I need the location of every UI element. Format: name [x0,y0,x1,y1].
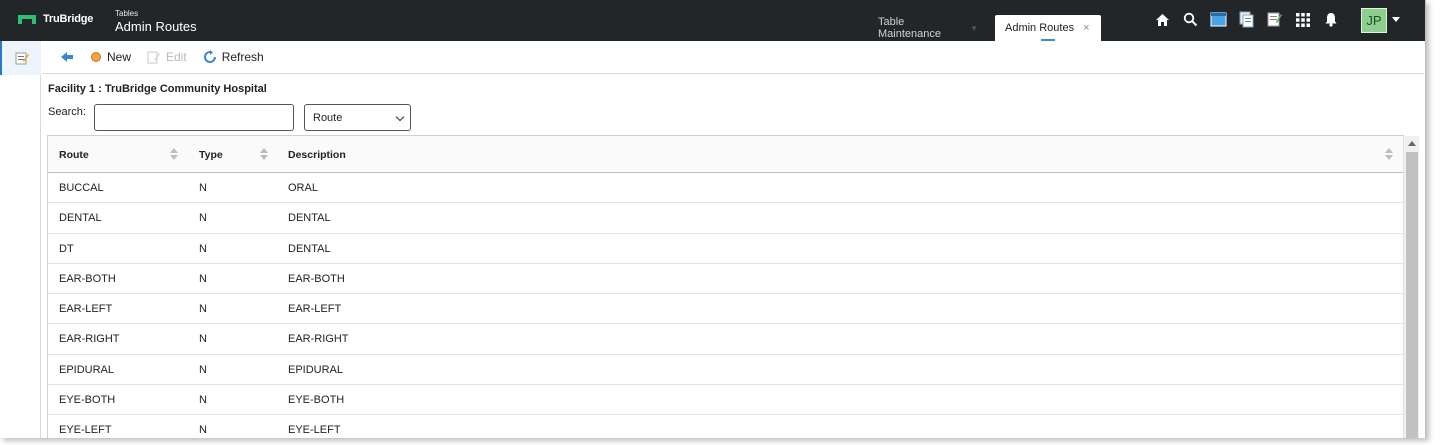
home-icon[interactable] [1154,11,1171,28]
table-cell: N [199,242,207,255]
table-cell: DENTAL [288,242,331,255]
tab-admin-routes[interactable]: Admin Routes × [995,15,1101,41]
table-cell: N [199,333,207,346]
table-cell: N [199,424,207,437]
caret-down-icon: ▼ [970,23,978,33]
table-cell: EAR-RIGHT [59,333,120,346]
table-cell: EPIDURAL [288,363,344,376]
tab-table-maintenance[interactable]: Table Maintenance ▼ [868,15,988,41]
table-cell: N [199,363,207,376]
table-cell: DT [59,242,74,255]
scroll-thumb[interactable] [1406,152,1418,438]
table-cell: EAR-BOTH [59,272,116,285]
select-value: Route [313,111,343,124]
notes-icon[interactable] [1266,11,1283,28]
refresh-icon [203,50,216,63]
toolbar: New Edit Refresh [42,41,1424,74]
table-cell: N [199,212,207,225]
facility-heading: Facility 1 : TruBridge Community Hospita… [48,83,267,95]
table-cell: EAR-BOTH [288,272,345,285]
new-icon [91,52,101,62]
tab-label: Admin Routes [1005,22,1075,34]
search-label: Search: [48,106,86,118]
table-cell: N [199,272,207,285]
table-row[interactable]: DENTAL N DENTAL [48,203,1403,234]
edit-button[interactable]: Edit [147,50,187,64]
routes-table: Route Type Description BUCCAL N ORAL DENTAL… [47,135,1404,438]
top-icons [1154,11,1339,28]
table-row[interactable]: DT N DENTAL [48,234,1403,264]
back-button[interactable] [60,51,74,63]
brand-logo[interactable]: TruBridge [18,13,93,25]
search-field-select[interactable]: Route [304,104,411,131]
new-button-label: New [107,50,132,64]
app-window: TruBridge Tables Admin Routes Table Main… [0,0,1426,438]
table-row[interactable]: EAR-RIGHT N EAR-RIGHT [48,324,1403,355]
search-input[interactable] [94,104,294,131]
scroll-up-icon[interactable] [1408,141,1416,146]
table-cell: EYE-BOTH [288,394,345,407]
close-icon[interactable]: × [1083,22,1089,34]
table-cell: ORAL [288,182,318,194]
table-cell: EPIDURAL [59,363,115,376]
left-nav [0,41,41,438]
table-cell: EYE-BOTH [59,394,116,407]
window-icon[interactable] [1210,11,1227,28]
table-row[interactable]: EPIDURAL N EPIDURAL [48,355,1403,386]
apps-grid-icon[interactable] [1294,11,1311,28]
table-cell: DENTAL [288,212,331,225]
table-body: BUCCAL N ORAL DENTAL N DENTAL DT N DENTAL EAR-BOT… [48,173,1403,438]
user-menu-caret-icon[interactable] [1392,17,1400,22]
user-avatar[interactable]: JP [1361,8,1387,33]
table-cell: DENTAL [59,212,102,225]
new-button[interactable]: New [90,50,131,64]
chevron-down-icon [395,112,405,122]
table-cell: EAR-RIGHT [288,333,349,346]
top-bar: TruBridge Tables Admin Routes Table Main… [0,0,1425,41]
sort-icon[interactable] [170,148,178,160]
page-category: Tables [115,9,139,18]
table-row[interactable]: BUCCAL N ORAL [48,173,1403,204]
table-cell: N [199,182,207,194]
trubridge-logo-icon [18,13,36,25]
page-title-block: Tables Admin Routes [115,9,197,34]
refresh-button[interactable]: Refresh [203,50,264,64]
sort-icon[interactable] [260,148,268,160]
table-cell: EYE-LEFT [288,424,341,437]
table-row[interactable]: EYE-LEFT N EYE-LEFT [48,415,1403,438]
documents-icon[interactable] [1238,11,1255,28]
table-row[interactable]: EAR-BOTH N EAR-BOTH [48,264,1403,295]
table-cell: N [199,303,207,316]
search-icon[interactable] [1182,11,1199,28]
edit-notes-icon [15,52,29,65]
tab-label: Table Maintenance [878,16,941,40]
edit-button-label: Edit [166,50,187,64]
table-cell: N [199,394,207,407]
back-arrow-icon [61,52,73,62]
brand-name: TruBridge [43,13,94,25]
bell-icon[interactable] [1322,11,1339,28]
table-row[interactable]: EAR-LEFT N EAR-LEFT [48,294,1403,325]
table-cell: EYE-LEFT [59,424,112,437]
page-title: Admin Routes [115,19,197,34]
vertical-scrollbar[interactable] [1403,136,1419,438]
nav-item-edit-notes[interactable] [0,41,41,75]
sort-icon[interactable] [1385,148,1393,160]
table-row[interactable]: EYE-BOTH N EYE-BOTH [48,385,1403,416]
edit-icon [147,51,161,64]
column-header-description[interactable]: Description [288,136,588,173]
table-cell: EAR-LEFT [288,303,342,316]
table-cell: EAR-LEFT [59,303,113,316]
table-cell: BUCCAL [59,182,104,194]
table-header: Route Type Description [48,136,1403,173]
refresh-button-label: Refresh [221,50,264,64]
